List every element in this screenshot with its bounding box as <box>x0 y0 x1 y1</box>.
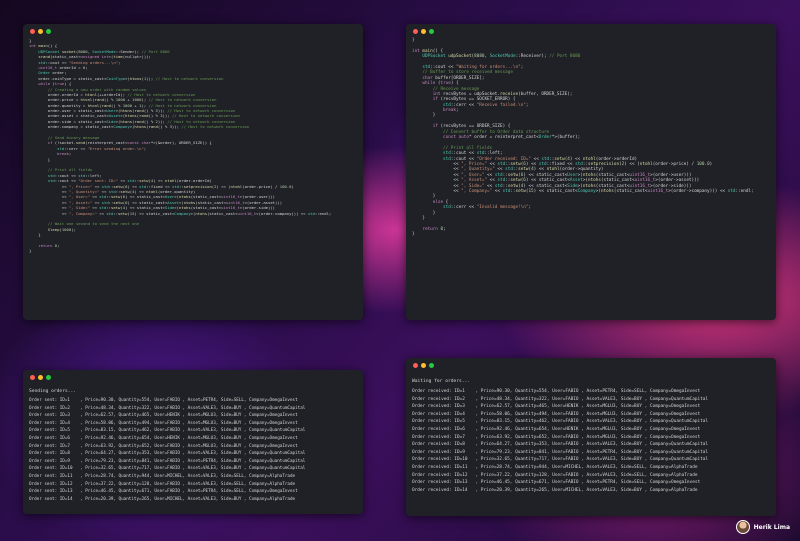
receiver-terminal-window: Waiting for orders... Order received: ID… <box>406 358 776 516</box>
log-line: Order received: ID=1 , Price=90.30, Quan… <box>412 389 701 394</box>
author-name: Herik Lima <box>753 523 790 531</box>
maximize-button[interactable] <box>46 29 51 34</box>
receiver-code-block: } int main() { UDPSocket udpSocket(8080, … <box>412 38 772 237</box>
log-line: Order received: ID=5 , Price=83.15, Quan… <box>412 419 709 425</box>
log-line: Order sent: ID=12 , Price=37.22, Quantit… <box>29 481 296 487</box>
receiver-output-header: Waiting for orders... <box>412 379 471 384</box>
sender-code-block: } int main() { UDPSocket socket(8080, Soc… <box>29 38 359 254</box>
log-line: Order sent: ID=2 , Price=48.34, Quantity… <box>29 405 306 411</box>
log-line: Order sent: ID=14 , Price=20.39, Quantit… <box>29 496 296 502</box>
code-line: << ", Company=" << std::setw(15) << stat… <box>412 188 754 194</box>
maximize-button[interactable] <box>46 375 51 380</box>
log-line: Order sent: ID=7 , Price=63.92, Quantity… <box>29 443 298 449</box>
sender-output-header: Sending orders... <box>29 389 77 394</box>
avatar <box>735 520 750 534</box>
receiver-code-window: } int main() { UDPSocket udpSocket(8080, … <box>406 24 776 320</box>
log-line: Order sent: ID=13 , Price=46.45, Quantit… <box>29 489 298 495</box>
log-line: Order received: ID=10 , Price=32.65, Qua… <box>412 457 709 463</box>
log-line: Order received: ID=8 , Price=64.27, Quan… <box>412 442 709 448</box>
log-line: Order received: ID=14 , Price=20.39, Qua… <box>412 487 698 493</box>
log-line: Order sent: ID=8 , Price=64.27, Quantity… <box>29 451 306 457</box>
sender-terminal-window: Sending orders... Order sent: ID=1 , Pri… <box>23 370 363 514</box>
minimize-button[interactable] <box>421 363 426 368</box>
log-line: Order received: ID=2 , Price=48.34, Quan… <box>412 396 709 402</box>
receiver-output-log: Order received: ID=1 , Price=90.30, Quan… <box>412 388 708 494</box>
window-controls <box>30 29 51 34</box>
close-button[interactable] <box>30 375 35 380</box>
sender-output-log: Order sent: ID=1 , Price=90.30, Quantity… <box>29 397 305 503</box>
log-line: Order sent: ID=3 , Price=62.57, Quantity… <box>29 413 298 419</box>
maximize-button[interactable] <box>429 29 434 34</box>
author-credit: Herik Lima <box>735 520 790 534</box>
maximize-button[interactable] <box>429 363 434 368</box>
log-line: Order sent: ID=1 , Price=90.30, Quantity… <box>29 398 298 403</box>
log-line: Order sent: ID=4 , Price=58.06, Quantity… <box>29 420 298 426</box>
window-controls <box>413 363 434 368</box>
log-line: Order received: ID=9 , Price=79.23, Quan… <box>412 449 709 455</box>
close-button[interactable] <box>30 29 35 34</box>
log-line: Order sent: ID=9 , Price=79.23, Quantity… <box>29 458 306 464</box>
log-line: Order received: ID=11 , Price=28.74, Qua… <box>412 464 698 470</box>
minimize-button[interactable] <box>421 29 426 34</box>
code-line: } <box>29 248 32 254</box>
log-line: Order sent: ID=6 , Price=92.46, Quantity… <box>29 435 298 441</box>
window-controls <box>30 375 51 380</box>
log-line: Order received: ID=6 , Price=92.46, Quan… <box>412 426 701 432</box>
minimize-button[interactable] <box>38 29 43 34</box>
log-line: Order sent: ID=5 , Price=83.15, Quantity… <box>29 428 306 434</box>
log-line: Order received: ID=12 , Price=37.22, Qua… <box>412 472 698 478</box>
code-line: } <box>412 232 415 238</box>
sender-code-window: } int main() { UDPSocket socket(8080, Soc… <box>23 24 363 320</box>
minimize-button[interactable] <box>38 375 43 380</box>
log-line: Order received: ID=7 , Price=63.92, Quan… <box>412 434 701 440</box>
log-line: Order sent: ID=11 , Price=28.74, Quantit… <box>29 473 296 479</box>
log-line: Order sent: ID=10 , Price=32.65, Quantit… <box>29 466 306 472</box>
window-controls <box>413 29 434 34</box>
code-line: << ", Company=" << std::setw(15) << stat… <box>29 210 332 216</box>
log-line: Order received: ID=4 , Price=58.06, Quan… <box>412 411 701 417</box>
close-button[interactable] <box>413 29 418 34</box>
close-button[interactable] <box>413 363 418 368</box>
log-line: Order received: ID=13 , Price=46.45, Qua… <box>412 480 701 486</box>
log-line: Order received: ID=3 , Price=62.57, Quan… <box>412 404 701 410</box>
